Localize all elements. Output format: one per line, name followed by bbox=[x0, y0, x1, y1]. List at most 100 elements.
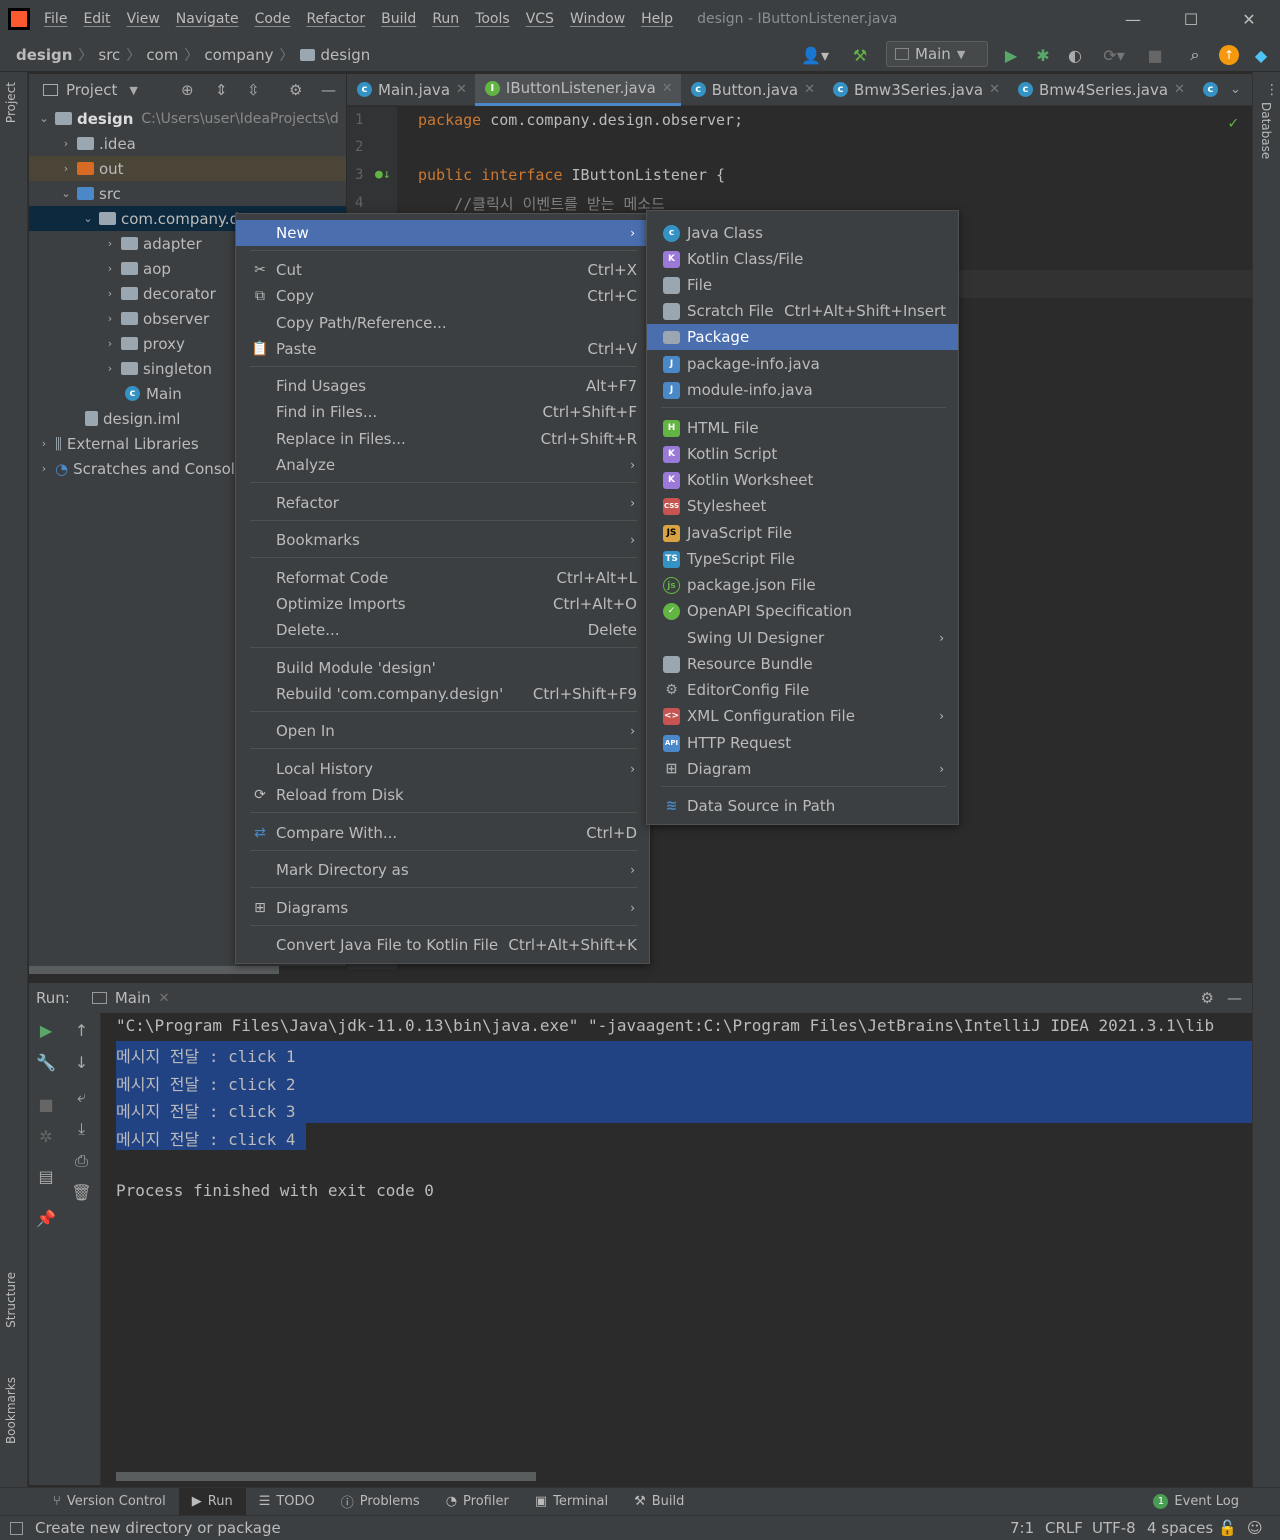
chevron-right-icon[interactable]: › bbox=[59, 137, 73, 150]
menu-item-local-history[interactable]: Local History › bbox=[236, 756, 649, 782]
expand-all-icon[interactable]: ⇕ bbox=[215, 81, 228, 99]
tab-run[interactable]: ▶ Run bbox=[178, 1487, 246, 1516]
menu-code[interactable]: Code bbox=[247, 11, 299, 27]
menu-run[interactable]: Run bbox=[424, 11, 467, 27]
print-icon[interactable]: ⎙ bbox=[63, 1151, 100, 1171]
chevron-down-icon[interactable]: ▼ bbox=[129, 84, 137, 97]
debug-icon[interactable]: ✱ bbox=[1030, 42, 1056, 68]
scroll-to-end-icon[interactable]: ⤓ bbox=[63, 1119, 100, 1139]
menu-item-copy[interactable]: ⧉ Copy Ctrl+C bbox=[236, 283, 649, 309]
chevron-right-icon[interactable]: › bbox=[37, 437, 51, 450]
chevron-right-icon[interactable]: › bbox=[103, 337, 117, 350]
more-options-icon[interactable]: ⋮ bbox=[1265, 82, 1279, 98]
run-tab-main[interactable]: Main bbox=[115, 989, 151, 1007]
minimize-button[interactable]: — bbox=[1104, 0, 1162, 38]
gear-icon[interactable]: ⚙ bbox=[289, 81, 302, 99]
tab-main-java[interactable]: c Main.java ✕ bbox=[347, 74, 475, 106]
menu-item-javascript-file[interactable]: JS JavaScript File bbox=[647, 520, 958, 546]
menu-item-file[interactable]: File bbox=[647, 272, 958, 298]
menu-item-diagram[interactable]: ⊞ Diagram › bbox=[647, 756, 958, 782]
database-tool-tab[interactable]: Database bbox=[1259, 102, 1273, 159]
inspection-icon[interactable]: ☺ bbox=[1247, 1519, 1263, 1537]
project-tool-tab[interactable]: Project bbox=[4, 82, 18, 123]
structure-tool-tab[interactable]: Structure bbox=[4, 1272, 18, 1328]
tab-build[interactable]: ⚒ Build bbox=[621, 1488, 697, 1516]
menu-item-reformat-code[interactable]: Reformat Code Ctrl+Alt+L bbox=[236, 565, 649, 591]
menu-item-paste[interactable]: 📋 Paste Ctrl+V bbox=[236, 336, 649, 362]
menu-item-data-source-in-path[interactable]: ≋ Data Source in Path bbox=[647, 793, 958, 819]
chevron-right-icon[interactable]: › bbox=[103, 287, 117, 300]
menu-item-refactor[interactable]: Refactor › bbox=[236, 490, 649, 516]
tab-problems[interactable]: ⓘ Problems bbox=[328, 1488, 433, 1516]
tree-item-out[interactable]: › out bbox=[29, 156, 346, 181]
console-output[interactable]: "C:\Program Files\Java\jdk-11.0.13\bin\j… bbox=[102, 1013, 1252, 1485]
menu-item-open-in[interactable]: Open In › bbox=[236, 718, 649, 744]
locate-icon[interactable]: ⊕ bbox=[181, 81, 194, 99]
line-separator[interactable]: CRLF bbox=[1045, 1519, 1083, 1537]
chevron-down-icon[interactable]: ⌄ bbox=[37, 112, 51, 125]
menu-item-scratch-file[interactable]: Scratch File Ctrl+Alt+Shift+Insert bbox=[647, 298, 958, 324]
horizontal-scrollbar[interactable] bbox=[29, 966, 279, 974]
chevron-right-icon[interactable]: › bbox=[103, 362, 117, 375]
soft-wrap-icon[interactable]: ⤶ bbox=[63, 1087, 100, 1107]
indent-setting[interactable]: 4 spaces bbox=[1147, 1519, 1213, 1537]
layout-icon[interactable]: ▤ bbox=[29, 1167, 63, 1186]
chevron-right-icon[interactable]: › bbox=[37, 462, 51, 475]
menu-item-build-module[interactable]: Build Module 'design' bbox=[236, 655, 649, 681]
menu-tools[interactable]: Tools bbox=[467, 11, 518, 27]
tree-item-design[interactable]: ⌄ design C:\Users\user\IdeaProjects\d bbox=[29, 106, 346, 131]
update-icon[interactable]: ↑ bbox=[1216, 42, 1242, 68]
breadcrumb-company[interactable]: company bbox=[204, 46, 273, 64]
menu-item-rebuild[interactable]: Rebuild 'com.company.design' Ctrl+Shift+F… bbox=[236, 681, 649, 707]
menu-file[interactable]: File bbox=[36, 11, 75, 27]
menu-item-module-info[interactable]: Jmodule-info.java bbox=[647, 377, 958, 403]
chevron-down-icon[interactable]: ⌄ bbox=[59, 187, 73, 200]
menu-item-reload-from-disk[interactable]: ⟳ Reload from Disk bbox=[236, 782, 649, 808]
coverage-icon[interactable]: ◐ bbox=[1062, 42, 1088, 68]
tab-profiler[interactable]: ◔ Profiler bbox=[433, 1488, 522, 1516]
menu-item-diagrams[interactable]: ⊞ Diagrams › bbox=[236, 895, 649, 921]
chevron-down-icon[interactable]: ⌄ bbox=[81, 212, 95, 225]
menu-item-package[interactable]: Package bbox=[647, 324, 958, 350]
menu-item-kotlin-class[interactable]: K Kotlin Class/File bbox=[647, 246, 958, 272]
tool-windows-icon[interactable] bbox=[10, 1521, 23, 1535]
menu-item-delete[interactable]: Delete... Delete bbox=[236, 617, 649, 643]
chevron-right-icon[interactable]: › bbox=[103, 262, 117, 275]
menu-refactor[interactable]: Refactor bbox=[298, 11, 373, 27]
event-log-button[interactable]: 1 Event Log bbox=[1140, 1488, 1252, 1516]
arrow-up-icon[interactable]: ↑ bbox=[63, 1021, 100, 1040]
menu-item-swing-ui-designer[interactable]: Swing UI Designer › bbox=[647, 625, 958, 651]
menu-item-cut[interactable]: ✂ Cut Ctrl+X bbox=[236, 257, 649, 283]
menu-item-kotlin-worksheet[interactable]: K Kotlin Worksheet bbox=[647, 467, 958, 493]
wrench-icon[interactable]: 🔧 bbox=[29, 1053, 63, 1072]
menu-view[interactable]: View bbox=[119, 11, 168, 27]
tab-ibuttonlistener-java[interactable]: I IButtonListener.java ✕ bbox=[474, 73, 681, 106]
close-icon[interactable]: ✕ bbox=[989, 82, 1000, 97]
menu-help[interactable]: Help bbox=[633, 11, 681, 27]
bookmarks-tool-tab[interactable]: Bookmarks bbox=[4, 1377, 18, 1444]
implementations-gutter-icon[interactable]: ●↓ bbox=[375, 167, 391, 182]
close-icon[interactable]: ✕ bbox=[804, 82, 815, 97]
menu-item-http-request[interactable]: API HTTP Request bbox=[647, 730, 958, 756]
menu-build[interactable]: Build bbox=[373, 11, 424, 27]
menu-item-package-json[interactable]: js package.json File bbox=[647, 572, 958, 598]
tab-button-java[interactable]: c Button.java ✕ bbox=[681, 74, 823, 106]
menu-item-convert-to-kotlin[interactable]: Convert Java File to Kotlin File Ctrl+Alt… bbox=[236, 932, 649, 958]
menu-item-resource-bundle[interactable]: Resource Bundle bbox=[647, 651, 958, 677]
arrow-down-icon[interactable]: ↓ bbox=[63, 1053, 100, 1072]
menu-vcs[interactable]: VCS bbox=[518, 11, 562, 27]
chevron-right-icon[interactable]: › bbox=[103, 237, 117, 250]
close-icon[interactable]: ✕ bbox=[1174, 82, 1185, 97]
menu-item-new[interactable]: New › bbox=[236, 220, 649, 246]
unlock-icon[interactable]: 🔓 bbox=[1218, 1519, 1237, 1537]
maximize-button[interactable]: ☐ bbox=[1162, 0, 1220, 38]
menu-item-openapi[interactable]: ✓ OpenAPI Specification bbox=[647, 598, 958, 624]
menu-item-replace-in-files[interactable]: Replace in Files... Ctrl+Shift+R bbox=[236, 426, 649, 452]
profile-icon[interactable]: ⟳▾ bbox=[1094, 42, 1134, 68]
menu-item-compare-with[interactable]: ⇄ Compare With... Ctrl+D bbox=[236, 820, 649, 846]
project-panel-title[interactable]: Project bbox=[66, 81, 117, 99]
breadcrumb-src[interactable]: src bbox=[98, 46, 120, 64]
tab-todo[interactable]: ☰ TODO bbox=[246, 1488, 328, 1516]
menu-item-bookmarks[interactable]: Bookmarks › bbox=[236, 527, 649, 553]
menu-item-optimize-imports[interactable]: Optimize Imports Ctrl+Alt+O bbox=[236, 591, 649, 617]
